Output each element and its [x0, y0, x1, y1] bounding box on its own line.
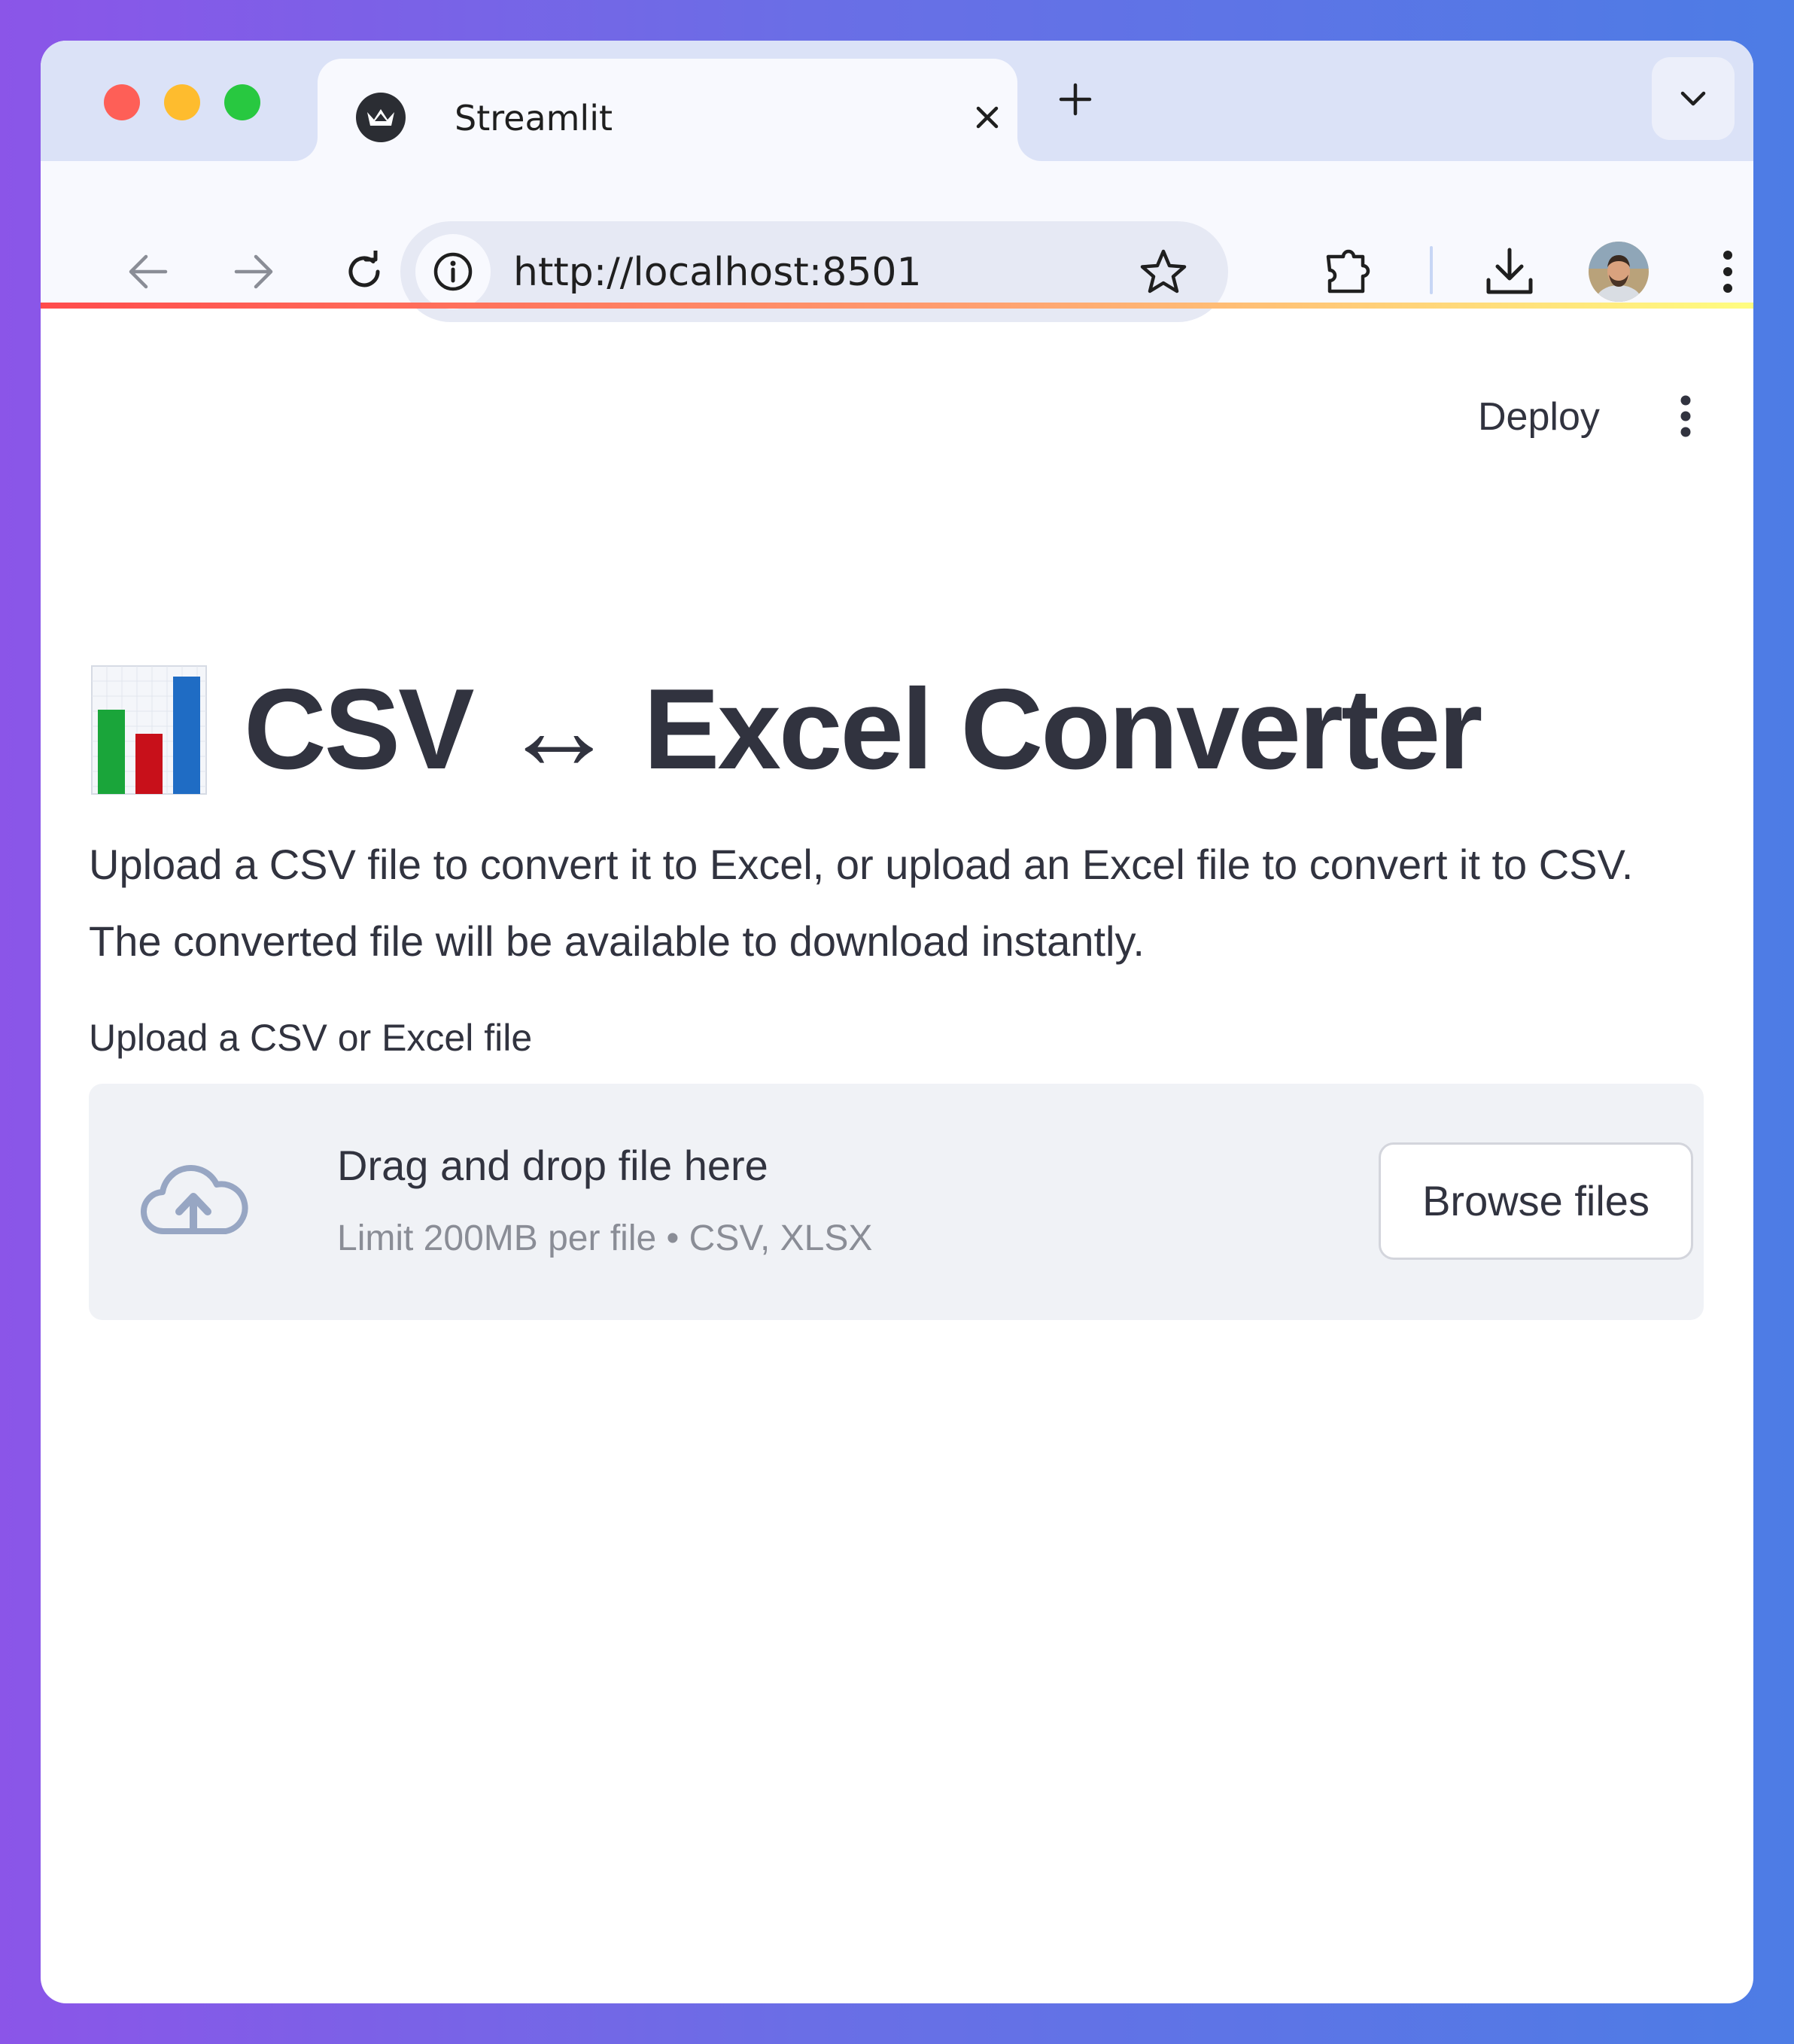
toolbar-divider: [1430, 246, 1433, 294]
tab-strip: Streamlit: [41, 41, 1753, 161]
bookmark-star-icon[interactable]: [1137, 245, 1190, 298]
back-arrow-icon[interactable]: [121, 245, 174, 298]
page-title: CSV ↔ Excel Converter: [89, 658, 1707, 801]
url-text: http://localhost:8501: [513, 250, 922, 295]
minimize-window-button[interactable]: [164, 84, 200, 120]
app-menu-icon[interactable]: [1656, 386, 1716, 446]
extensions-puzzle-icon[interactable]: [1319, 242, 1379, 302]
main-content: CSV ↔ Excel Converter Upload a CSV file …: [89, 658, 1707, 1320]
cloud-upload-icon: [137, 1159, 250, 1242]
app-title: CSV ↔ Excel Converter: [244, 665, 1482, 793]
chevron-down-icon: [1680, 91, 1706, 106]
reload-icon[interactable]: [338, 245, 391, 298]
close-tab-icon[interactable]: [969, 99, 1005, 135]
file-uploader-label: Upload a CSV or Excel file: [89, 1017, 533, 1059]
close-window-button[interactable]: [104, 84, 140, 120]
browser-window: Streamlit http://localhost:8501 Deploy C…: [41, 41, 1753, 2003]
app-header: Deploy: [41, 309, 1753, 439]
bar-chart-icon: [89, 662, 209, 797]
browse-files-button[interactable]: Browse files: [1379, 1142, 1693, 1260]
streamlit-decoration-bar: [41, 303, 1753, 309]
browser-menu-icon[interactable]: [1705, 242, 1750, 302]
forward-arrow-icon[interactable]: [228, 245, 281, 298]
browser-toolbar: http://localhost:8501: [41, 161, 1753, 322]
app-description: Upload a CSV file to convert it to Excel…: [89, 841, 1634, 965]
download-icon[interactable]: [1479, 242, 1540, 302]
site-info-icon[interactable]: [415, 234, 491, 309]
tab-search-button[interactable]: [1652, 57, 1735, 140]
streamlit-favicon-icon: [356, 93, 406, 142]
file-dropzone[interactable]: Drag and drop file here Limit 200MB per …: [89, 1084, 1704, 1320]
maximize-window-button[interactable]: [224, 84, 260, 120]
tab-title: Streamlit: [455, 98, 613, 138]
new-tab-icon[interactable]: [1054, 78, 1096, 120]
dropzone-instructions: Drag and drop file here: [337, 1142, 768, 1189]
profile-avatar[interactable]: [1589, 242, 1649, 302]
browser-tab[interactable]: Streamlit: [318, 59, 1017, 161]
dropzone-limit-text: Limit 200MB per file • CSV, XLSX: [337, 1218, 873, 1258]
deploy-button[interactable]: Deploy: [1455, 387, 1622, 447]
